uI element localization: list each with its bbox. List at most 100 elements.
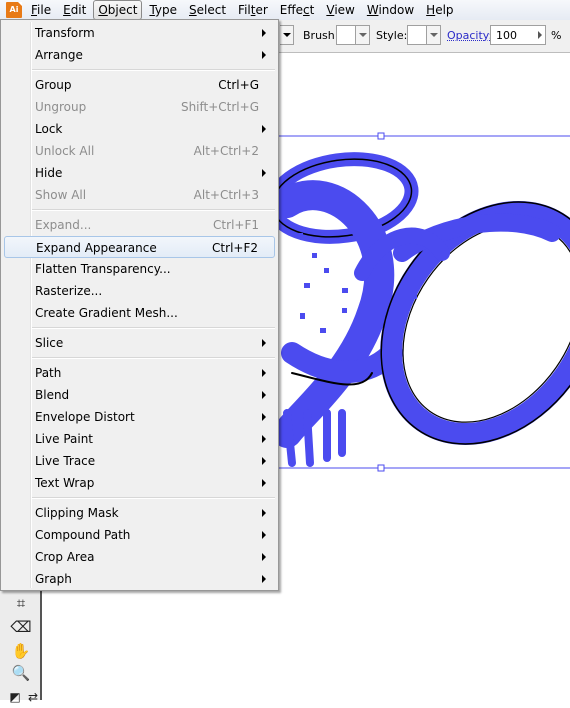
menu-item-label: Lock xyxy=(35,122,63,136)
menu-item-clipping-mask[interactable]: Clipping Mask xyxy=(4,502,275,524)
menu-item-group[interactable]: Group Ctrl+G xyxy=(4,74,275,96)
submenu-arrow-icon xyxy=(262,553,266,561)
menu-item-label: Arrange xyxy=(35,48,83,62)
menu-item-slice[interactable]: Slice xyxy=(4,332,275,354)
submenu-arrow-icon xyxy=(262,413,266,421)
menu-item-label: Clipping Mask xyxy=(35,506,119,520)
menu-item-label: Flatten Transparency... xyxy=(35,262,171,276)
zoom-tool-icon[interactable]: 🔍 xyxy=(10,662,32,684)
menu-item-label: Rasterize... xyxy=(35,284,103,298)
menu-type[interactable]: Type xyxy=(144,0,182,20)
hand-tool-icon[interactable]: ✋ xyxy=(10,640,32,662)
menu-item-shortcut: Ctrl+F1 xyxy=(213,218,259,232)
submenu-arrow-icon xyxy=(262,339,266,347)
submenu-arrow-icon xyxy=(262,531,266,539)
menu-item-text-wrap[interactable]: Text Wrap xyxy=(4,472,275,494)
menu-file[interactable]: File xyxy=(26,0,56,20)
style-dropdown[interactable] xyxy=(427,25,441,45)
menu-item-label: Slice xyxy=(35,336,64,350)
menu-select[interactable]: Select xyxy=(184,0,231,20)
default-colors-icon[interactable]: ◩ xyxy=(8,686,22,708)
menu-item-expand-appearance[interactable]: Expand Appearance Ctrl+F2 xyxy=(4,236,275,258)
submenu-arrow-icon xyxy=(262,575,266,583)
menu-item-flatten-transparency[interactable]: Flatten Transparency... xyxy=(4,258,275,280)
selection-handle-bottom xyxy=(377,464,385,472)
menu-separator xyxy=(32,497,275,499)
menu-item-show-all[interactable]: Show All Alt+Ctrl+3 xyxy=(4,184,275,206)
submenu-arrow-icon xyxy=(262,29,266,37)
menu-item-crop-area[interactable]: Crop Area xyxy=(4,546,275,568)
menu-filter[interactable]: Filter xyxy=(233,0,273,20)
illustrator-app-icon: Ai xyxy=(6,2,22,18)
submenu-arrow-icon xyxy=(262,479,266,487)
menu-item-label: Live Paint xyxy=(35,432,94,446)
brush-field[interactable] xyxy=(336,25,356,45)
menu-item-label: Live Trace xyxy=(35,454,96,468)
menu-item-label: Hide xyxy=(35,166,63,180)
submenu-arrow-icon xyxy=(262,125,266,133)
menu-item-shortcut: Alt+Ctrl+3 xyxy=(193,188,259,202)
menu-item-label: Create Gradient Mesh... xyxy=(35,306,178,320)
menu-item-blend[interactable]: Blend xyxy=(4,384,275,406)
menu-item-hide[interactable]: Hide xyxy=(4,162,275,184)
submenu-arrow-icon xyxy=(262,51,266,59)
menu-item-shortcut: Ctrl+G xyxy=(218,78,259,92)
menu-item-create-gradient-mesh[interactable]: Create Gradient Mesh... xyxy=(4,302,275,324)
menu-separator xyxy=(32,209,275,211)
menu-window[interactable]: Window xyxy=(362,0,419,20)
submenu-arrow-icon xyxy=(262,509,266,517)
menu-view[interactable]: View xyxy=(321,0,359,20)
menu-item-arrange[interactable]: Arrange xyxy=(4,44,275,66)
menu-item-label: Crop Area xyxy=(35,550,95,564)
submenu-arrow-icon xyxy=(262,369,266,377)
menu-item-live-paint[interactable]: Live Paint xyxy=(4,428,275,450)
swap-colors-icon[interactable]: ⇄ xyxy=(26,686,40,708)
submenu-arrow-icon xyxy=(262,457,266,465)
menu-item-ungroup[interactable]: Ungroup Shift+Ctrl+G xyxy=(4,96,275,118)
menu-item-expand[interactable]: Expand... Ctrl+F1 xyxy=(4,214,275,236)
style-field[interactable] xyxy=(407,25,427,45)
menu-bar: Ai File Edit Object Type Select Filter Effect V… xyxy=(0,0,570,20)
menu-separator xyxy=(32,69,275,71)
menu-item-live-trace[interactable]: Live Trace xyxy=(4,450,275,472)
opacity-link[interactable]: Opacity: xyxy=(447,29,492,42)
menu-item-rasterize[interactable]: Rasterize... xyxy=(4,280,275,302)
submenu-arrow-icon xyxy=(262,435,266,443)
menu-item-label: Graph xyxy=(35,572,72,586)
menu-item-label: Expand Appearance xyxy=(36,241,157,255)
menu-item-label: Text Wrap xyxy=(35,476,95,490)
menu-separator xyxy=(32,357,275,359)
menu-item-label: Transform xyxy=(35,26,95,40)
opacity-slider-arrow-icon[interactable] xyxy=(538,31,542,39)
menu-item-lock[interactable]: Lock xyxy=(4,118,275,140)
menu-item-shortcut: Ctrl+F2 xyxy=(212,241,258,255)
brush-label: Brush: xyxy=(303,29,339,42)
menu-separator xyxy=(32,327,275,329)
menu-item-unlock-all[interactable]: Unlock All Alt+Ctrl+2 xyxy=(4,140,275,162)
menu-object[interactable]: Object xyxy=(93,0,143,20)
selection-handle-top xyxy=(377,132,385,140)
menu-item-label: Group xyxy=(35,78,72,92)
slice-select-tool-icon[interactable]: ⌗ xyxy=(10,592,32,614)
menu-item-graph[interactable]: Graph xyxy=(4,568,275,590)
menu-item-label: Path xyxy=(35,366,62,380)
menu-item-shortcut: Shift+Ctrl+G xyxy=(180,100,259,114)
menu-item-label: Envelope Distort xyxy=(35,410,135,424)
eraser-tool-icon[interactable]: ⌫ xyxy=(10,616,32,638)
opacity-unit: % xyxy=(551,29,562,42)
stroke-weight-dropdown[interactable] xyxy=(280,25,294,45)
menu-item-label: Unlock All xyxy=(35,144,95,158)
menu-item-compound-path[interactable]: Compound Path xyxy=(4,524,275,546)
menu-item-label: Ungroup xyxy=(35,100,87,114)
brush-dropdown[interactable] xyxy=(356,25,370,45)
submenu-arrow-icon xyxy=(262,391,266,399)
menu-help[interactable]: Help xyxy=(421,0,458,20)
menu-item-path[interactable]: Path xyxy=(4,362,275,384)
menu-edit[interactable]: Edit xyxy=(58,0,91,20)
menu-item-label: Blend xyxy=(35,388,70,402)
menu-item-label: Compound Path xyxy=(35,528,131,542)
menu-item-transform[interactable]: Transform xyxy=(4,22,275,44)
menu-effect[interactable]: Effect xyxy=(275,0,320,20)
object-menu-dropdown: Transform Arrange Group Ctrl+G Ungroup Shift+… xyxy=(0,19,279,591)
menu-item-envelope-distort[interactable]: Envelope Distort xyxy=(4,406,275,428)
